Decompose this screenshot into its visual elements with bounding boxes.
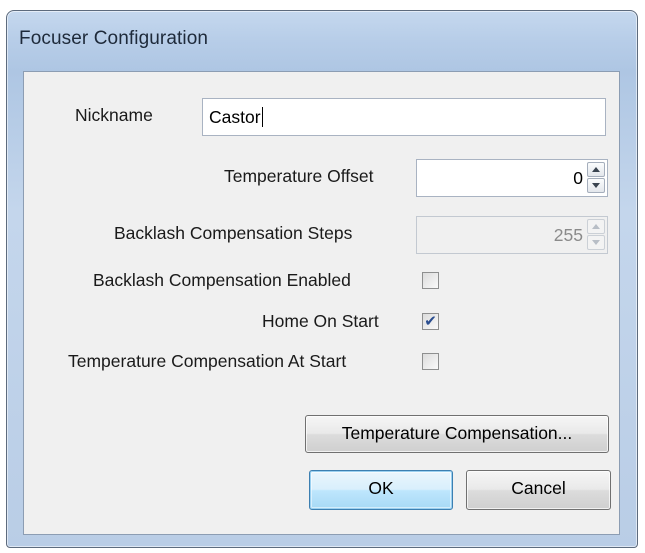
dialog-client-area: Nickname Castor Temperature Offset 0 Bac… (23, 71, 620, 535)
temperature-compensation-button[interactable]: Temperature Compensation... (305, 415, 609, 453)
temperature-offset-spinner[interactable]: 0 (416, 159, 608, 197)
text-caret (261, 107, 263, 127)
cancel-button[interactable]: Cancel (466, 470, 611, 510)
ok-button-label: OK (368, 478, 394, 498)
ok-button[interactable]: OK (309, 470, 453, 510)
backlash-steps-spinner[interactable]: 255 (416, 216, 608, 254)
temperature-offset-decrement-button[interactable] (587, 178, 605, 193)
arrow-down-icon (592, 240, 600, 245)
temp-comp-at-start-checkbox[interactable] (422, 353, 439, 370)
check-mark-icon: ✔ (424, 313, 437, 330)
window-title: Focuser Configuration (19, 28, 209, 49)
home-on-start-checkbox[interactable]: ✔ (422, 313, 439, 330)
nickname-value: Castor (209, 107, 261, 127)
backlash-steps-increment-button[interactable] (587, 219, 605, 234)
home-on-start-label: Home On Start (262, 311, 379, 331)
nickname-label: Nickname (75, 105, 153, 125)
backlash-enabled-label: Backlash Compensation Enabled (93, 270, 351, 290)
cancel-button-label: Cancel (511, 478, 566, 498)
check-mark-icon (423, 354, 438, 369)
arrow-up-icon (592, 167, 600, 172)
temperature-compensation-button-label: Temperature Compensation... (341, 423, 573, 443)
temperature-offset-label: Temperature Offset (224, 166, 374, 186)
backlash-steps-decrement-button[interactable] (587, 235, 605, 250)
arrow-down-icon (592, 183, 600, 188)
backlash-enabled-checkbox[interactable] (422, 272, 439, 289)
temp-comp-at-start-label: Temperature Compensation At Start (68, 351, 347, 371)
backlash-steps-label: Backlash Compensation Steps (114, 223, 353, 243)
temperature-offset-increment-button[interactable] (587, 162, 605, 177)
backlash-steps-value: 255 (553, 225, 583, 245)
arrow-up-icon (592, 224, 600, 229)
check-mark-icon (423, 273, 438, 288)
dialog-window: Focuser Configuration Nickname Castor Te… (6, 10, 638, 548)
nickname-input[interactable]: Castor (202, 98, 606, 136)
temperature-offset-value: 0 (573, 168, 583, 188)
